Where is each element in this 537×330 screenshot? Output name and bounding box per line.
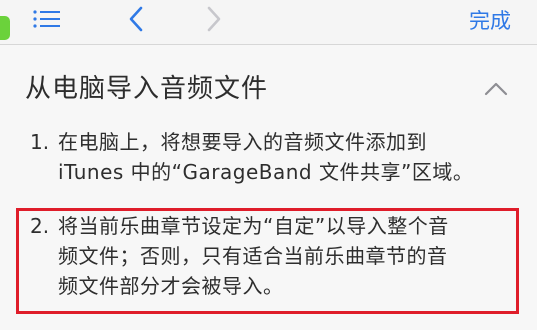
done-button[interactable]: 完成 xyxy=(469,8,511,34)
list-icon[interactable] xyxy=(32,8,62,30)
chevron-up-icon[interactable] xyxy=(484,81,508,97)
navigation-bar: 完成 xyxy=(0,0,537,44)
chevron-right-icon[interactable] xyxy=(206,6,222,32)
section-header[interactable]: 从电脑导入音频文件 xyxy=(0,45,537,123)
step-line: 在电脑上，将想要导入的音频文件添加到 xyxy=(58,130,427,154)
highlight-box xyxy=(16,208,519,314)
step-text: 在电脑上，将想要导入的音频文件添加到 iTunes 中的“GarageBand … xyxy=(58,127,508,187)
help-screen: 完成 从电脑导入音频文件 1. 在电脑上，将想要导入的音频文件添加到 iTune… xyxy=(0,0,537,330)
section-title: 从电脑导入音频文件 xyxy=(25,74,269,104)
step-number: 1. xyxy=(30,130,50,154)
app-badge xyxy=(0,16,10,40)
step-line: iTunes 中的“GarageBand 文件共享”区域。 xyxy=(58,160,474,184)
chevron-left-icon[interactable] xyxy=(128,6,144,32)
